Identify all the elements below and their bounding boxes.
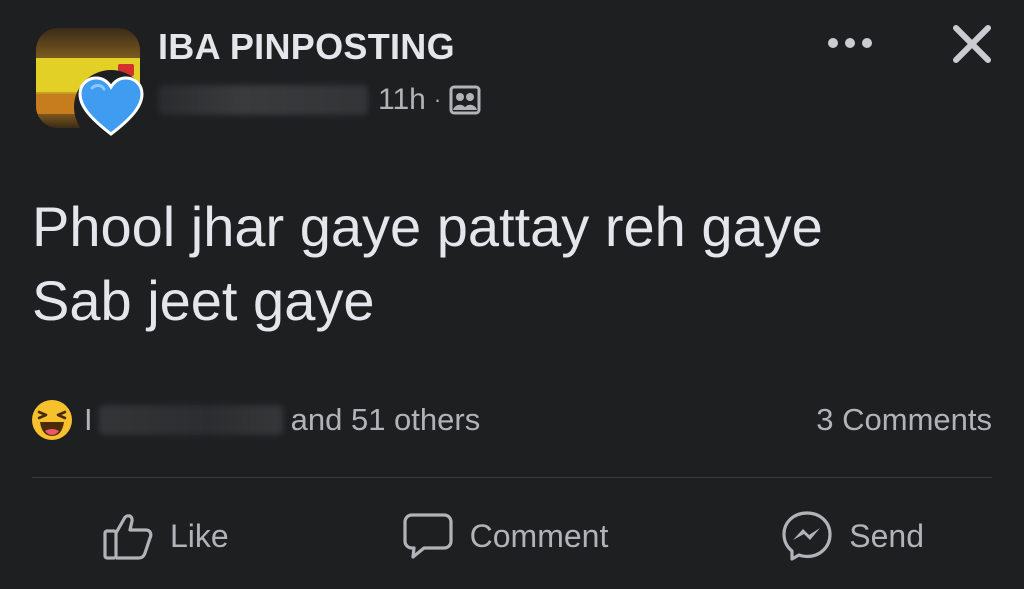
post-meta: 11h · [158, 80, 481, 120]
post-time[interactable]: 11h [378, 83, 426, 117]
reaction-others-text: and 51 others [290, 402, 481, 437]
blue-heart-icon [78, 76, 144, 136]
comment-bubble-icon [403, 513, 453, 559]
action-bar: Like Comment Send [32, 490, 992, 582]
divider [32, 477, 992, 478]
reactor-name-redacted [98, 405, 283, 435]
comment-label: Comment [469, 517, 609, 554]
group-members-icon [449, 85, 481, 115]
comments-count-link[interactable]: 3 Comments [816, 398, 992, 442]
more-horizontal-icon [828, 38, 872, 48]
post-text-line-1: Phool jhar gaye pattay reh gaye [32, 195, 823, 258]
send-label: Send [849, 517, 924, 554]
reaction-summary[interactable]: I and 51 others [30, 398, 480, 442]
like-label: Like [170, 517, 229, 554]
comment-button[interactable]: Comment [362, 511, 649, 561]
like-button[interactable]: Like [32, 511, 269, 561]
avatar[interactable] [36, 28, 148, 144]
group-name[interactable]: IBA PINPOSTING [158, 26, 455, 68]
haha-reaction-icon [32, 400, 72, 440]
thumbs-up-icon [103, 514, 153, 560]
meta-separator: · [433, 87, 442, 112]
more-options-button[interactable] [824, 28, 876, 58]
post-card: IBA PINPOSTING 11h · Phool jhar gaye pat… [0, 0, 1024, 589]
messenger-icon [782, 511, 832, 561]
post-body: Phool jhar gaye pattay reh gaye Sab jeet… [32, 190, 992, 338]
reactor-initial: I [84, 402, 93, 437]
close-icon [953, 25, 991, 63]
post-text-line-2: Sab jeet gaye [32, 269, 375, 332]
profile-avatar[interactable] [74, 70, 148, 144]
close-button[interactable] [944, 16, 1000, 72]
author-name-redacted[interactable] [158, 85, 368, 115]
send-button[interactable]: Send [741, 510, 992, 562]
